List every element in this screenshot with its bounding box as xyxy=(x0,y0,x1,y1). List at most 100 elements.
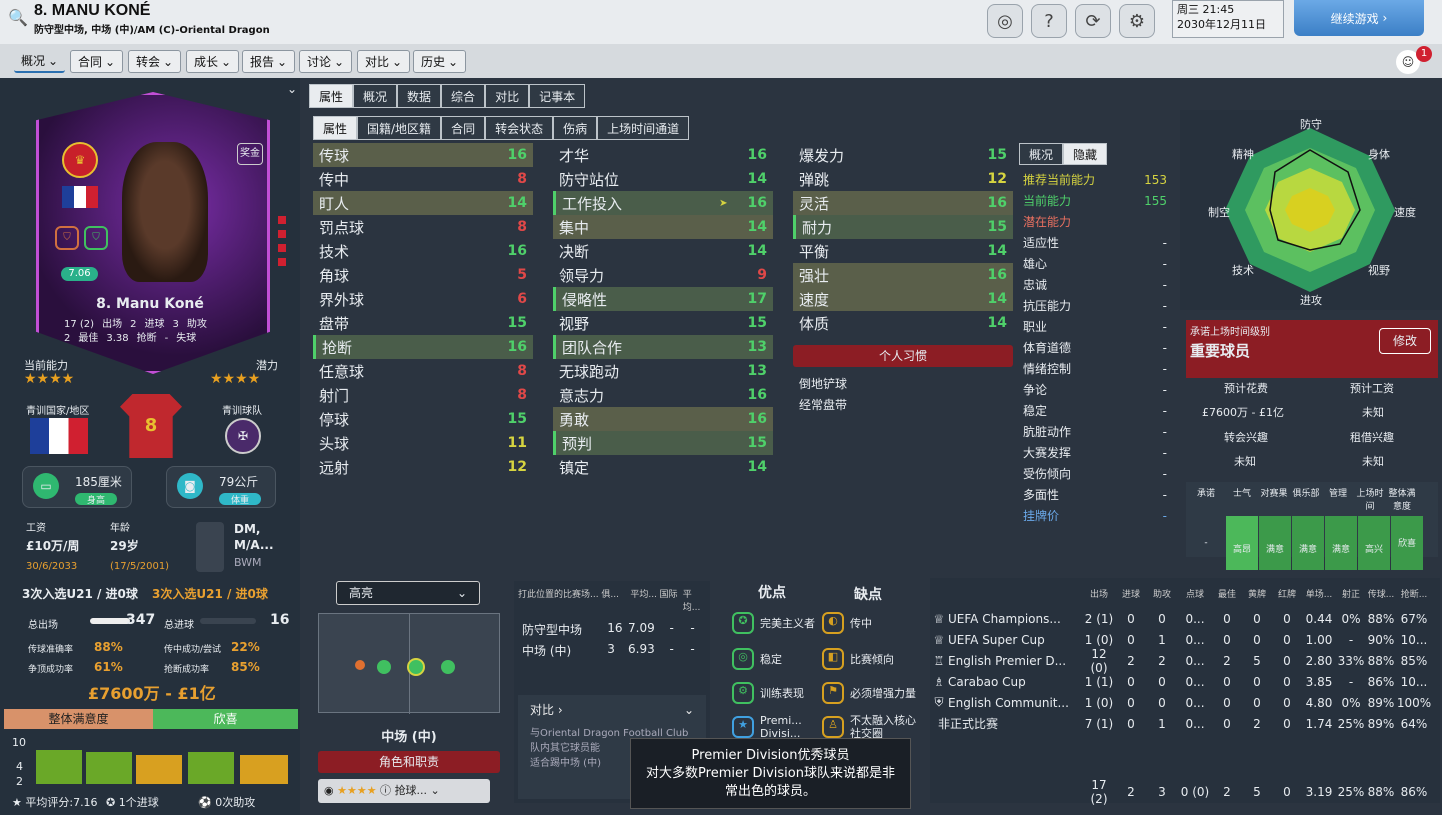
nav-development[interactable]: 成长 ⌄ xyxy=(186,50,240,73)
france-flag-icon xyxy=(62,186,98,208)
tab-transfer-status[interactable]: 转会状态 xyxy=(485,116,554,140)
target-icon: ◎ xyxy=(732,648,754,670)
avg-rating: ★ 平均评分:7.16 xyxy=(12,796,98,809)
role-badge-icon: ⛉ xyxy=(55,226,79,250)
highlight-dropdown[interactable]: 高亮 ⌄ xyxy=(336,581,480,605)
refresh-icon[interactable]: ⟳ xyxy=(1075,4,1111,38)
date-of-birth: (17/5/2001) xyxy=(110,561,170,572)
attr-row: 集中 14 xyxy=(553,215,773,239)
attr-row: 镇定 14 xyxy=(559,458,767,477)
tab-injury[interactable]: 伤病 xyxy=(553,116,598,140)
fee-value: £7600万 - £1亿 xyxy=(1202,406,1284,419)
wage-label: 工资 xyxy=(26,523,46,534)
chevron-down-icon[interactable]: ⌄ xyxy=(287,82,297,96)
attr-row: 盘带 15 xyxy=(319,314,527,333)
card-stats: 17 (2) 出场 2 进球 3 助攻 2 最佳 3.38 抢断 - 失球 xyxy=(64,319,207,344)
nav-discuss[interactable]: 讨论 ⌄ xyxy=(299,50,353,73)
happy-cell: 满意 xyxy=(1259,516,1291,570)
radar-panel: 防守 身体 速度 视野 进攻 技术 制空 精神 xyxy=(1180,110,1442,310)
hidden-row: 抗压能力 - xyxy=(1023,298,1167,314)
shield-icon: ⛨ xyxy=(934,695,944,709)
training-icon: ⚙ xyxy=(732,682,754,704)
table-row[interactable]: ⛨ English Communit... 1 (0) 0 0 0... 0 0 0 4.80 0%… xyxy=(930,692,1440,713)
traits-header: 个人习惯 xyxy=(793,345,1013,367)
happiness-panel: 承诺 士气 对赛果 俱乐部 管理 上场时间 整体满意度 - 高昂 满意 满意 满… xyxy=(1186,482,1438,570)
table-row[interactable]: ♗ Carabao Cup 1 (1) 0 0 0... 0 0 0 3.85-86% 10... xyxy=(930,671,1440,692)
pitch-diagram xyxy=(318,613,500,714)
weight-box: ◙ 79公斤 体重 xyxy=(166,466,276,508)
globe-icon[interactable]: ◎ xyxy=(987,4,1023,38)
hidden-row[interactable]: 挂牌价 - xyxy=(1019,505,1171,526)
help-icon[interactable]: ? xyxy=(1031,4,1067,38)
search-icon[interactable]: 🔍 xyxy=(8,8,28,27)
age-label: 年龄 xyxy=(110,523,130,534)
tab-data[interactable]: 数据 xyxy=(397,84,442,108)
attr-row: 耐力 15 xyxy=(793,215,1013,239)
tab-hidden[interactable]: 隐藏 xyxy=(1063,143,1108,165)
tab-overview[interactable]: 概况 xyxy=(353,84,398,108)
nav-reports[interactable]: 报告 ⌄ xyxy=(242,50,296,73)
happy-cell: 满意 xyxy=(1325,516,1357,570)
form-bar xyxy=(86,752,132,784)
table-row[interactable]: ♕ UEFA Champions... 2 (1) 0 0 0... 0 0 0 0.44 0% 88… xyxy=(930,608,1440,629)
cup-icon: ♗ xyxy=(933,674,945,689)
notification-badge: 1 xyxy=(1416,46,1432,62)
tab-hidden-overview[interactable]: 概况 xyxy=(1019,143,1064,165)
hidden-row: 受伤倾向 - xyxy=(1023,466,1167,482)
contract-expiry: 30/6/2033 xyxy=(26,561,78,572)
edit-button[interactable]: 修改 xyxy=(1379,328,1431,354)
age-value: 29岁 xyxy=(110,539,139,553)
nav-history[interactable]: 历史 ⌄ xyxy=(413,50,467,73)
tab-playing-time[interactable]: 上场时间通道 xyxy=(597,116,690,140)
tab-nationality[interactable]: 国籍/地区籍 xyxy=(357,116,442,140)
attr-row: 爆发力 15 xyxy=(799,146,1007,165)
u21-caps-alt: 3次入选U21 / 进0球 xyxy=(152,587,268,601)
continue-button[interactable]: 继续游戏 › xyxy=(1294,0,1424,36)
nav-compare[interactable]: 对比 ⌄ xyxy=(357,50,411,73)
chart-tick: 10 xyxy=(12,736,26,749)
club-logo-icon: ♛ xyxy=(62,142,98,178)
form-bar xyxy=(188,752,234,784)
role-code: BWM xyxy=(234,556,262,569)
chart-tick: 2 xyxy=(16,775,23,788)
table-row[interactable]: ♖ English Premier D... 12 (0) 2 2 0... 2 5 0 2.80… xyxy=(930,647,1440,675)
rating-badge: 7.06 xyxy=(61,267,98,281)
fee-label: 预计花费 xyxy=(1224,382,1268,395)
happy-cell: 高兴 xyxy=(1358,516,1390,570)
shirt-icon: 8 xyxy=(120,394,182,458)
tab-compare[interactable]: 对比 xyxy=(485,84,530,108)
wage-value: 未知 xyxy=(1362,406,1384,419)
tab-notes[interactable]: 记事本 xyxy=(529,84,586,108)
u21-caps: 3次入选U21 / 进0球 xyxy=(22,587,138,601)
card-player-name: 8. Manu Koné xyxy=(96,296,204,312)
attr-row: 决断 14 xyxy=(559,242,767,261)
role-dropdown[interactable]: ◉ ★★★★ ⓘ 抢球... ⌄ xyxy=(318,779,490,803)
position-dot xyxy=(377,660,391,674)
attr-row: 灵活 16 xyxy=(793,191,1013,215)
tab-attr[interactable]: 属性 xyxy=(313,116,358,140)
social-icon: ♙ xyxy=(822,716,844,738)
attr-row: 才华 16 xyxy=(559,146,767,165)
hidden-row: 适应性 - xyxy=(1023,235,1167,251)
tab-attributes[interactable]: 属性 xyxy=(309,84,354,108)
gear-icon[interactable]: ⚙ xyxy=(1119,4,1155,38)
radar-label: 速度 xyxy=(1394,206,1416,219)
table-row[interactable]: ♕ UEFA Super Cup 1 (0) 0 1 0... 0 0 0 1.00-90% 10.… xyxy=(930,629,1440,650)
radar-label: 身体 xyxy=(1368,148,1390,161)
nav-contract[interactable]: 合同 ⌄ xyxy=(70,50,124,73)
table-row[interactable]: 非正式比赛 7 (1) 0 1 0... 0 2 0 1.74 25% 89% 64% xyxy=(930,713,1440,734)
top-bar: 🔍 8. MANU KONÉ 防守型中场, 中场 (中)/AM (C)-Orie… xyxy=(0,0,1442,44)
table-row: 防守型中场 16 7.09- - xyxy=(522,621,695,637)
attr-row: 任意球 8 xyxy=(319,362,527,381)
mental-attributes: 才华 16 防守站位 14 工作投入 ➤ 16 集中 14 决断 14 领导力 9 侵略性 17… xyxy=(553,143,773,479)
attr-row: 预判 15 xyxy=(553,431,773,455)
tab-summary[interactable]: 综合 xyxy=(441,84,486,108)
nav-transfer[interactable]: 转会 ⌄ xyxy=(128,50,182,73)
role-button[interactable]: 角色和职责 xyxy=(318,751,500,773)
attr-row: 无球跑动 13 xyxy=(559,362,767,381)
attr-row: 传球 16 xyxy=(313,143,533,167)
wage-label: 预计工资 xyxy=(1350,382,1394,395)
nav-overview[interactable]: 概况 ⌄ xyxy=(14,50,66,73)
radar-label: 技术 xyxy=(1232,264,1254,277)
tab-contract[interactable]: 合同 xyxy=(441,116,486,140)
